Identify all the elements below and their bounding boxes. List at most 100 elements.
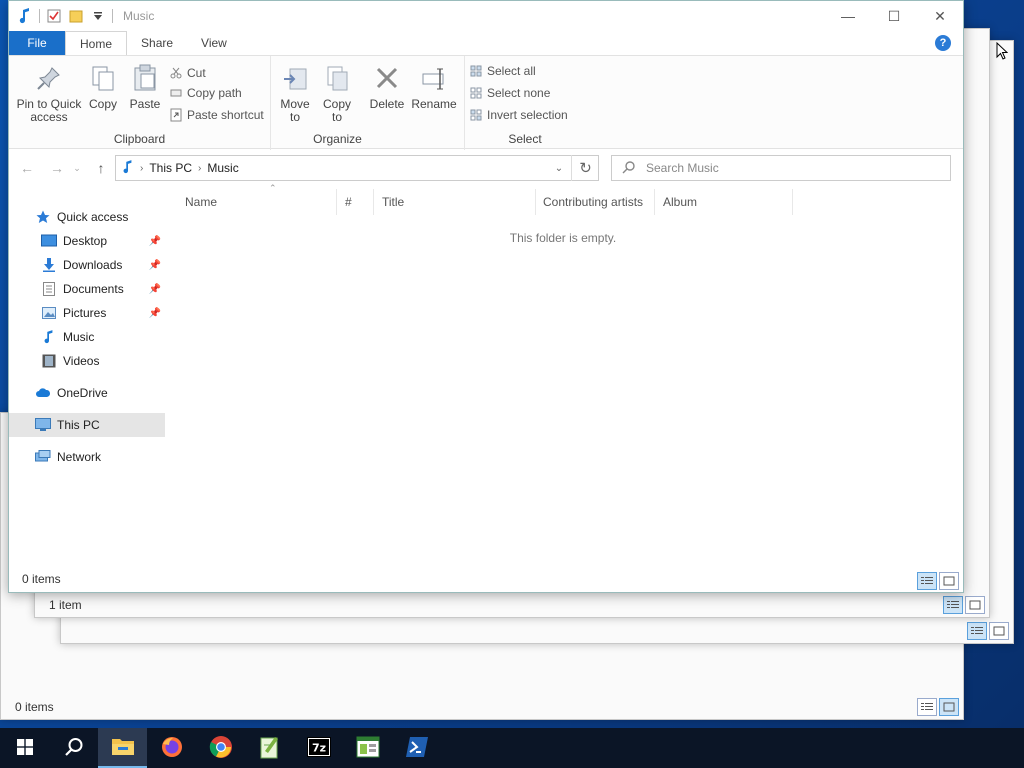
paste-shortcut-label: Paste shortcut [187,108,264,122]
column-header-contributing-artists[interactable]: Contributing artists [535,189,655,215]
address-dropdown-chevron-icon[interactable]: ⌄ [549,159,569,177]
rename-button[interactable]: Rename [411,62,457,111]
copy-to-label-line2: to [331,110,342,124]
large-icons-view-icon[interactable] [939,698,959,716]
select-none-button[interactable]: Select none [469,86,550,100]
column-header-number[interactable]: # [337,189,374,215]
network-icon [35,449,51,465]
column-header-name[interactable]: ⌃ Name [177,183,337,215]
taskbar-7zip[interactable]: 7z [294,728,343,768]
sidebar-item-this-pc[interactable]: This PC [9,413,165,437]
sidebar-item-label: Network [57,450,102,464]
start-button[interactable] [0,728,49,768]
file-explorer-window[interactable]: Music — ☐ ✕ File Home Share View ? Pin t… [8,0,964,593]
pin-icon[interactable]: 📌 [149,308,161,319]
separator [39,9,40,23]
copy-path-label: Copy path [187,86,242,100]
sidebar-item-music[interactable]: Music [9,325,165,349]
forward-arrow-icon[interactable]: → [47,159,67,177]
details-view-icon[interactable] [943,596,963,614]
tab-share[interactable]: Share [127,31,187,55]
search-icon [622,160,636,177]
move-to-button[interactable]: Move to [277,62,313,124]
help-icon[interactable]: ? [935,35,951,51]
large-icons-view-icon[interactable] [939,572,959,590]
taskbar-chrome[interactable] [196,728,245,768]
select-none-icon [469,86,483,100]
details-view-icon[interactable] [917,698,937,716]
minimize-button[interactable]: — [825,1,871,31]
taskbar-app-window[interactable] [343,728,392,768]
pin-icon [33,62,65,94]
cut-button[interactable]: Cut [169,66,206,80]
sidebar-item-pictures[interactable]: Pictures 📌 [9,301,165,325]
taskbar-search-button[interactable] [49,728,98,768]
paste-button[interactable]: Paste [125,62,165,111]
close-button[interactable]: ✕ [917,1,963,31]
details-view-icon[interactable] [917,572,937,590]
cut-label: Cut [187,66,206,80]
new-folder-icon[interactable] [68,8,84,24]
sidebar-item-videos[interactable]: Videos [9,349,165,373]
move-to-icon [279,62,311,94]
properties-icon[interactable] [46,8,62,24]
sidebar-item-onedrive[interactable]: OneDrive [9,381,165,405]
maximize-button[interactable]: ☐ [871,1,917,31]
sidebar-item-quick-access[interactable]: Quick access [9,205,165,229]
tab-home[interactable]: Home [65,31,128,55]
back-arrow-icon[interactable]: ← [17,159,37,177]
taskbar-powershell[interactable] [392,728,441,768]
pin-to-quick-access-button[interactable]: Pin to Quick access [15,62,83,124]
address-bar[interactable]: › This PC › Music [115,155,599,181]
copy-to-button[interactable]: Copy to [319,62,355,124]
copy-button[interactable]: Copy [85,62,121,111]
address-row: ← → ⌄ ↑ › This PC › Music ⌄ ↻ Search Mus… [9,151,963,185]
delete-button[interactable]: Delete [367,62,407,111]
taskbar-file-explorer[interactable] [98,728,147,768]
pictures-icon [41,305,57,321]
copy-path-button[interactable]: Copy path [169,86,242,100]
column-header-label: Name [185,195,218,209]
view-switcher [943,596,985,614]
up-arrow-icon[interactable]: ↑ [91,159,111,177]
taskbar-firefox[interactable] [147,728,196,768]
large-icons-view-icon[interactable] [965,596,985,614]
sidebar-item-label: Music [63,330,95,344]
paste-shortcut-button[interactable]: Paste shortcut [169,108,264,122]
sidebar-item-label: This PC [57,418,100,432]
window-title: Music [123,9,155,23]
details-view-icon[interactable] [967,622,987,640]
sidebar-item-documents[interactable]: Documents 📌 [9,277,165,301]
file-list[interactable]: ⌃ Name # Title Contributing artists Albu… [165,183,963,569]
tab-file[interactable]: File [9,31,65,55]
film-icon [41,353,57,369]
sidebar-item-label: OneDrive [57,386,108,400]
refresh-icon[interactable]: ↻ [571,155,599,181]
pin-icon[interactable]: 📌 [149,284,161,295]
sidebar-item-downloads[interactable]: Downloads 📌 [9,253,165,277]
star-icon [35,209,51,225]
taskbar-notepad-plus[interactable] [245,728,294,768]
paste-label: Paste [129,97,161,111]
copy-to-icon [321,62,353,94]
column-header-title[interactable]: Title [374,189,536,215]
large-icons-view-icon[interactable] [989,622,1009,640]
powershell-icon [405,736,429,761]
copy-icon [87,62,119,94]
customize-toolbar-icon[interactable] [90,8,106,24]
search-input[interactable]: Search Music [611,155,951,181]
sort-ascending-icon: ⌃ [269,183,277,193]
title-bar[interactable]: Music — ☐ ✕ [9,1,963,31]
sidebar-item-network[interactable]: Network [9,445,165,469]
recent-locations-chevron-icon[interactable]: ⌄ [71,159,83,177]
sidebar-item-desktop[interactable]: Desktop 📌 [9,229,165,253]
pin-icon[interactable]: 📌 [149,260,161,271]
invert-selection-button[interactable]: Invert selection [469,108,568,122]
breadcrumb-this-pc[interactable]: This PC [149,161,192,175]
breadcrumb-music[interactable]: Music [207,161,238,175]
sidebar-item-label: Documents [63,282,124,296]
column-header-album[interactable]: Album [655,189,793,215]
select-all-button[interactable]: Select all [469,64,536,78]
empty-folder-message: This folder is empty. [509,231,617,245]
tab-view[interactable]: View [187,31,241,55]
